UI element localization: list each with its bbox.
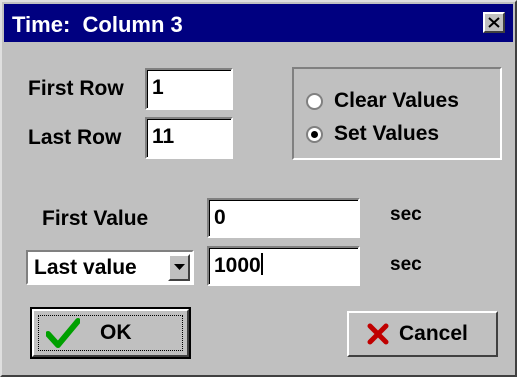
first-value-input[interactable]: 0: [207, 198, 360, 238]
cancel-button[interactable]: Cancel: [347, 311, 498, 357]
close-button[interactable]: [483, 12, 505, 33]
field-inner-border: [147, 70, 231, 108]
ok-label: OK: [100, 321, 132, 344]
field-inner-border: [209, 200, 358, 236]
last-value-input[interactable]: 1000: [207, 246, 360, 286]
first-value-label: First Value: [42, 207, 149, 230]
last-row-input[interactable]: 11: [145, 117, 233, 159]
clear-values-radio[interactable]: Clear Values: [306, 89, 496, 113]
radio-circle: [306, 126, 323, 143]
first-row-input[interactable]: 1: [145, 68, 233, 110]
first-value-unit: sec: [390, 204, 422, 225]
ok-button[interactable]: OK: [30, 307, 191, 359]
cancel-label: Cancel: [399, 322, 468, 345]
chevron-down-icon: [173, 264, 185, 270]
last-value-unit: sec: [390, 254, 422, 275]
window-title: Time: Column 3: [12, 12, 183, 37]
field-inner-border: [147, 119, 231, 157]
field-inner-border: [209, 248, 358, 284]
checkmark-icon: [46, 318, 80, 348]
close-icon: [488, 17, 500, 28]
last-value-select[interactable]: Last value: [26, 250, 194, 285]
clear-values-label: Clear Values: [334, 89, 459, 112]
dropdown-button[interactable]: [168, 254, 190, 281]
last-row-label: Last Row: [28, 126, 122, 149]
radio-selected-dot: [311, 131, 318, 138]
set-values-radio[interactable]: Set Values: [306, 122, 496, 146]
mode-groupbox: Clear Values Set Values: [292, 67, 502, 160]
dialog-window: Time: Column 3 First Row 1 Last Row 11 C…: [0, 0, 517, 377]
first-row-label: First Row: [28, 77, 124, 100]
radio-circle: [306, 93, 323, 110]
set-values-label: Set Values: [334, 122, 440, 145]
red-x-icon: [367, 323, 389, 345]
last-value-select-text: Last value: [34, 256, 137, 279]
title-bar: Time: Column 3: [4, 4, 513, 42]
